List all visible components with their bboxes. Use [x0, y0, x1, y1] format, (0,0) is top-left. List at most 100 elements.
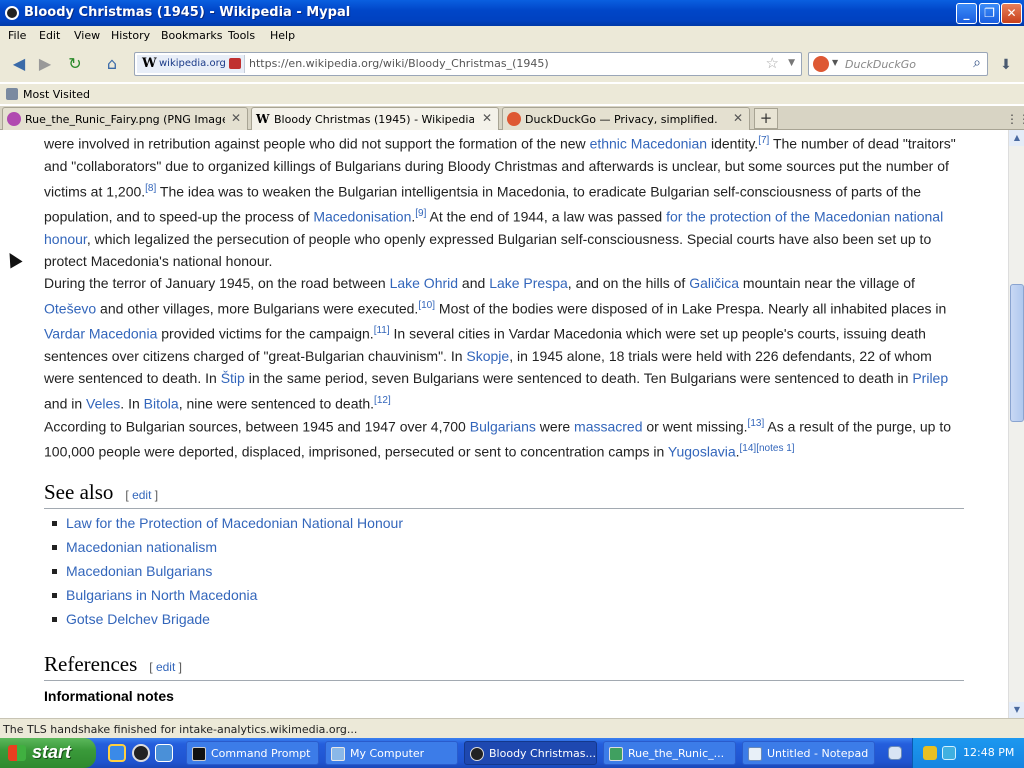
link-otesevo[interactable]: Oteševo	[44, 300, 96, 316]
menu-bookmarks[interactable]: Bookmarks	[161, 29, 222, 42]
see-also-link[interactable]: Macedonian Bulgarians	[66, 563, 212, 579]
see-also-link[interactable]: Law for the Protection of Macedonian Nat…	[66, 515, 403, 531]
duckduckgo-icon[interactable]	[813, 56, 829, 72]
list-item: Macedonian nationalism	[44, 535, 403, 559]
link-galicica[interactable]: Galičica	[689, 275, 739, 291]
citation-11[interactable]: [11]	[374, 325, 390, 336]
list-all-tabs-icon[interactable]: ⋮⋮	[1006, 112, 1024, 126]
security-shield-icon[interactable]	[923, 746, 937, 760]
edit-see-also-link[interactable]: edit	[132, 488, 151, 502]
menu-tools[interactable]: Tools	[228, 29, 255, 42]
task-rue-the-runic[interactable]: Rue_the_Runic_...	[603, 741, 736, 765]
see-also-link[interactable]: Macedonian nationalism	[66, 539, 217, 555]
link-vardar-macedonia[interactable]: Vardar Macedonia	[44, 325, 157, 341]
bookmark-star-icon[interactable]: ☆	[766, 54, 779, 72]
citation-8[interactable]: [8]	[145, 183, 156, 194]
most-visited-bookmark[interactable]: Most Visited	[23, 88, 90, 101]
image-viewer-icon	[609, 747, 623, 761]
maximize-button[interactable]: ❐	[979, 3, 1000, 24]
link-stip[interactable]: Štip	[221, 370, 245, 386]
new-tab-button[interactable]: +	[754, 108, 778, 129]
tab-rue-the-runic-fairy[interactable]: Rue_the_Runic_Fairy.png (PNG Image, 1...…	[2, 107, 248, 130]
link-massacred[interactable]: massacred	[574, 419, 642, 435]
tab-label: Bloody Christmas (1945) - Wikipedia	[274, 113, 474, 126]
task-bloody-christmas[interactable]: Bloody Christmas...	[464, 741, 597, 765]
url-text[interactable]: https://en.wikipedia.org/wiki/Bloody_Chr…	[249, 57, 549, 70]
vertical-scrollbar[interactable]: ▲ ▼	[1008, 130, 1024, 718]
site-identity[interactable]: W wikipedia.org	[137, 55, 245, 73]
citation-13[interactable]: [13]	[748, 418, 765, 429]
tab-bloody-christmas[interactable]: W Bloody Christmas (1945) - Wikipedia ✕	[251, 107, 499, 131]
section-edit: [ edit ]	[125, 488, 158, 502]
paragraph-text: Most of the bodies were disposed of in L…	[435, 300, 947, 317]
article-paragraph: According to Bulgarian sources, between …	[44, 413, 966, 463]
menu-history[interactable]: History	[111, 29, 150, 42]
duckduckgo-favicon	[507, 112, 521, 126]
lock-icon	[229, 58, 241, 69]
page-content[interactable]: were involved in retribution against peo…	[0, 130, 1008, 718]
search-bar[interactable]: ▼ DuckDuckGo ⌕	[808, 52, 988, 76]
system-clock[interactable]: 12:48 PM	[963, 746, 1014, 759]
edit-bracket: [	[149, 660, 156, 674]
scroll-up-icon[interactable]: ▲	[1009, 130, 1024, 146]
link-macedonisation[interactable]: Macedonisation	[313, 208, 411, 224]
search-input[interactable]: DuckDuckGo	[845, 58, 916, 71]
back-button[interactable]: ◀	[6, 52, 32, 76]
paragraph-text: , nine were sentenced to death.	[178, 395, 375, 412]
link-bulgarians[interactable]: Bulgarians	[470, 419, 536, 435]
forward-button[interactable]: ▶	[32, 52, 58, 76]
menu-view[interactable]: View	[74, 29, 100, 42]
tab-close-icon[interactable]: ✕	[733, 111, 743, 125]
link-veles[interactable]: Veles	[86, 395, 120, 411]
citation-9[interactable]: [9]	[415, 208, 426, 219]
link-skopje[interactable]: Skopje	[466, 348, 509, 364]
tab-duckduckgo[interactable]: DuckDuckGo — Privacy, simplified. ✕	[502, 107, 750, 130]
network-icon[interactable]	[942, 746, 956, 760]
task-notepad[interactable]: Untitled - Notepad	[742, 741, 875, 765]
task-label: Untitled - Notepad	[767, 747, 869, 760]
window-title: Bloody Christmas (1945) - Wikipedia - My…	[24, 5, 351, 20]
citation-notes-1[interactable]: [notes 1]	[756, 443, 794, 454]
desktop-quicklaunch-icon[interactable]	[155, 744, 173, 762]
download-button[interactable]: ⬇	[993, 54, 1019, 76]
search-icon[interactable]: ⌕	[973, 55, 981, 71]
paragraph-text: According to Bulgarian sources, between …	[44, 418, 470, 435]
internet-explorer-icon[interactable]	[108, 744, 126, 762]
window-titlebar[interactable]: Bloody Christmas (1945) - Wikipedia - My…	[0, 0, 1024, 26]
menu-edit[interactable]: Edit	[39, 29, 60, 42]
tab-close-icon[interactable]: ✕	[231, 111, 241, 125]
task-my-computer[interactable]: My Computer	[325, 741, 458, 765]
start-button[interactable]: start	[0, 738, 96, 768]
url-dropdown-icon[interactable]: ▼	[788, 58, 795, 68]
edit-references-link[interactable]: edit	[156, 660, 175, 674]
reload-button[interactable]: ↻	[62, 52, 88, 76]
mypal-quicklaunch-icon[interactable]	[132, 744, 150, 762]
link-prilep[interactable]: Prilep	[912, 370, 948, 386]
see-also-link[interactable]: Gotse Delchev Brigade	[66, 611, 210, 627]
link-bitola[interactable]: Bitola	[144, 395, 179, 411]
menu-bar: File Edit View History Bookmarks Tools H…	[0, 26, 1024, 46]
url-bar[interactable]: W wikipedia.org https://en.wikipedia.org…	[134, 52, 802, 76]
home-button[interactable]: ⌂	[99, 52, 125, 76]
menu-file[interactable]: File	[8, 29, 26, 42]
search-engine-dropdown-icon[interactable]: ▼	[832, 58, 838, 67]
scroll-down-icon[interactable]: ▼	[1009, 702, 1024, 718]
minimize-button[interactable]: _	[956, 3, 977, 24]
citation-12[interactable]: [12]	[374, 395, 391, 406]
link-lake-prespa[interactable]: Lake Prespa	[489, 275, 568, 291]
list-item: Gotse Delchev Brigade	[44, 607, 403, 631]
see-also-link[interactable]: Bulgarians in North Macedonia	[66, 587, 257, 603]
tab-close-icon[interactable]: ✕	[482, 111, 492, 125]
most-visited-icon	[6, 88, 18, 100]
citation-7[interactable]: [7]	[758, 135, 769, 146]
link-ethnic-macedonian[interactable]: ethnic Macedonian	[590, 136, 708, 152]
scrollbar-thumb[interactable]	[1010, 283, 1024, 422]
keyboard-icon[interactable]	[888, 746, 902, 760]
task-command-prompt[interactable]: Command Prompt	[186, 741, 319, 765]
close-button[interactable]: ✕	[1001, 3, 1022, 24]
citation-10[interactable]: [10]	[418, 300, 435, 311]
citation-14[interactable]: [14]	[740, 443, 757, 454]
link-lake-ohrid[interactable]: Lake Ohrid	[390, 275, 458, 291]
menu-help[interactable]: Help	[270, 29, 295, 42]
link-yugoslavia[interactable]: Yugoslavia	[668, 444, 736, 460]
